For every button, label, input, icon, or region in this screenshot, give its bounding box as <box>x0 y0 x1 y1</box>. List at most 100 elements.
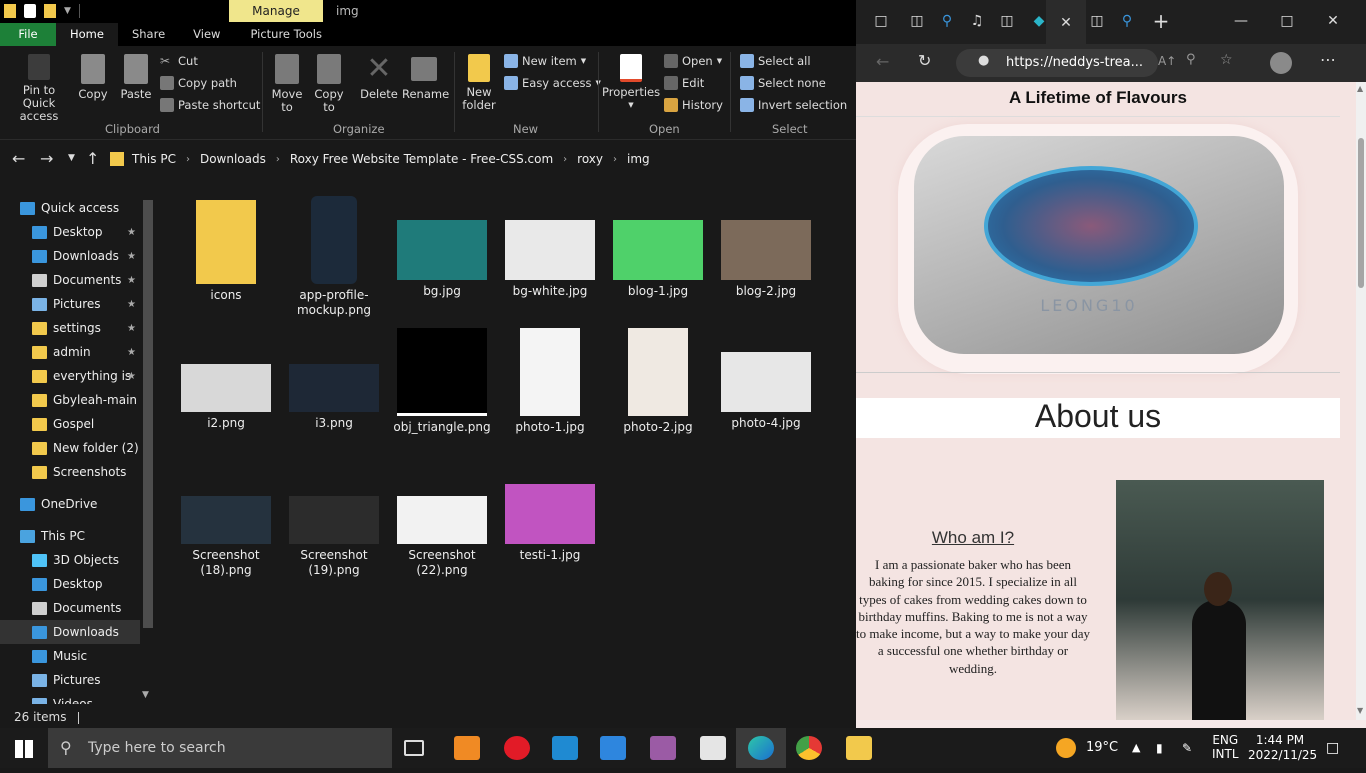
file-item[interactable]: photo-1.jpg <box>496 324 604 435</box>
nav-item[interactable]: Music <box>0 644 140 668</box>
delete-button[interactable]: ✕ Delete <box>358 54 400 101</box>
nav-item[interactable]: Quick access <box>0 196 140 220</box>
edit-button[interactable]: Edit <box>664 76 704 90</box>
nav-item[interactable]: everything is ★ <box>0 364 140 388</box>
breadcrumb-chevron-icon[interactable]: › <box>613 154 617 165</box>
nav-item[interactable]: Videos <box>0 692 140 704</box>
breadcrumb-item[interactable]: img <box>627 152 650 166</box>
nav-item[interactable]: 3D Objects <box>0 548 140 572</box>
breadcrumb-item[interactable]: This PC <box>132 152 176 166</box>
scroll-down-icon[interactable]: ▼ <box>142 690 149 700</box>
nav-item[interactable]: This PC <box>0 524 140 548</box>
chevron-down-icon[interactable]: ▼ <box>64 6 71 16</box>
search-tab-icon[interactable]: ⚲ <box>936 10 958 32</box>
history-button[interactable]: History <box>664 98 723 112</box>
new-folder-button[interactable]: New folder <box>460 54 498 112</box>
back-arrow-icon[interactable]: ← <box>876 52 889 71</box>
tab-picture-tools[interactable]: Picture Tools <box>236 23 336 46</box>
nav-scrollbar[interactable] <box>143 200 153 628</box>
file-item[interactable]: bl <box>820 192 856 299</box>
easy-access-button[interactable]: Easy access ▼ <box>504 76 601 90</box>
pin-to-quick-access-button[interactable]: Pin to Quick access <box>6 54 72 123</box>
close-window-icon[interactable]: ✕ <box>1322 10 1344 32</box>
tab-home[interactable]: Home <box>56 23 118 46</box>
chrome-icon[interactable] <box>796 736 822 760</box>
file-item[interactable]: icons <box>172 192 280 303</box>
rename-button[interactable]: Rename <box>402 54 449 101</box>
nav-item[interactable]: Downloads <box>0 620 140 644</box>
file-item[interactable]: bg-white.jpg <box>496 192 604 299</box>
tab-actions-icon[interactable]: □ <box>870 10 892 32</box>
file-explorer-icon[interactable] <box>846 736 872 760</box>
task-view-icon[interactable] <box>404 740 424 756</box>
copy-button[interactable]: Copy <box>76 54 110 101</box>
new-folder-icon[interactable] <box>44 4 56 18</box>
back-arrow-icon[interactable]: ← <box>12 149 25 168</box>
minimize-icon[interactable]: — <box>1230 10 1252 32</box>
page-tab-icon[interactable]: ◫ <box>906 10 928 32</box>
nav-item[interactable]: Documents <box>0 596 140 620</box>
file-item[interactable]: bg.jpg <box>388 192 496 299</box>
nav-item[interactable]: Pictures <box>0 668 140 692</box>
breadcrumb-item[interactable]: Downloads <box>200 152 266 166</box>
vscode-icon[interactable] <box>552 736 578 760</box>
file-item[interactable]: ph <box>820 324 856 435</box>
scroll-down-icon[interactable]: ▼ <box>1357 706 1363 715</box>
breadcrumb-item[interactable]: Roxy Free Website Template - Free-CSS.co… <box>290 152 553 166</box>
file-item[interactable]: Screenshot (18).png <box>172 456 280 578</box>
select-none-button[interactable]: Select none <box>740 76 826 90</box>
tab-file[interactable]: File <box>0 23 56 46</box>
open-button[interactable]: Open ▼ <box>664 54 722 68</box>
weather-sun-icon[interactable] <box>1056 738 1076 758</box>
clock[interactable]: 1:44 PM 2022/11/25 <box>1248 733 1317 773</box>
notification-icon[interactable]: □ <box>1326 728 1339 768</box>
breadcrumb-chevron-icon[interactable]: › <box>276 154 280 165</box>
nav-item[interactable]: Desktop ★ <box>0 220 140 244</box>
nav-item[interactable]: Desktop <box>0 572 140 596</box>
file-item[interactable]: Screenshot (19).png <box>280 456 388 578</box>
lock-icon[interactable]: ● <box>978 53 989 68</box>
mail-icon[interactable] <box>600 736 626 760</box>
file-item[interactable]: photo-2.jpg <box>604 324 712 435</box>
read-aloud-icon[interactable]: A↑ <box>1158 54 1176 68</box>
properties-button[interactable]: Properties ▼ <box>602 54 660 112</box>
tab-view[interactable]: View <box>179 23 234 46</box>
favorite-icon[interactable]: ☆ <box>1220 52 1233 68</box>
nav-item[interactable]: Downloads ★ <box>0 244 140 268</box>
copy-to-button[interactable]: Copy to <box>310 54 348 114</box>
forward-arrow-icon[interactable]: → <box>40 149 53 168</box>
nav-item[interactable]: Gbyleah-main <box>0 388 140 412</box>
zoom-icon[interactable]: ⚲ <box>1186 52 1196 67</box>
nav-item[interactable]: Screenshots <box>0 460 140 484</box>
battery-icon[interactable]: ▮ <box>1156 728 1163 768</box>
breadcrumb[interactable]: This PC › Downloads › Roxy Free Website Temp… <box>132 144 650 174</box>
copy-path-button[interactable]: Copy path <box>160 76 237 90</box>
language-indicator[interactable]: ENG INTL <box>1212 733 1239 773</box>
opera-icon[interactable] <box>504 736 530 760</box>
paste-shortcut-button[interactable]: Paste shortcut <box>160 98 260 112</box>
more-options-icon[interactable]: ⋯ <box>1320 50 1336 69</box>
file-item[interactable]: photo-4.jpg <box>712 324 820 431</box>
nav-item[interactable]: New folder (2) <box>0 436 140 460</box>
file-item[interactable]: obj_triangle.png <box>388 324 496 435</box>
file-item[interactable]: blog-1.jpg <box>604 192 712 299</box>
pen-icon[interactable]: ✎ <box>1182 728 1192 768</box>
up-arrow-icon[interactable]: ↑ <box>86 149 99 168</box>
xampp-icon[interactable] <box>454 736 480 760</box>
invert-selection-button[interactable]: Invert selection <box>740 98 847 112</box>
nav-item[interactable]: Documents ★ <box>0 268 140 292</box>
cut-button[interactable]: ✂ Cut <box>160 54 198 68</box>
profile-avatar[interactable] <box>1270 52 1292 74</box>
refresh-icon[interactable]: ↻ <box>918 51 931 70</box>
breadcrumb-chevron-icon[interactable]: › <box>563 154 567 165</box>
windows-start-icon[interactable] <box>15 740 33 758</box>
file-item[interactable]: i3.png <box>280 324 388 431</box>
breadcrumb-item[interactable]: roxy <box>577 152 603 166</box>
file-item[interactable]: blog-2.jpg <box>712 192 820 299</box>
manage-tab[interactable]: Manage <box>229 0 323 22</box>
nav-item[interactable]: Gospel <box>0 412 140 436</box>
scroll-up-icon[interactable]: ▲ <box>1357 84 1363 93</box>
page-tab-icon[interactable]: ◫ <box>1086 10 1108 32</box>
temperature[interactable]: 19°C <box>1086 728 1118 768</box>
winrar-icon[interactable] <box>650 736 676 760</box>
